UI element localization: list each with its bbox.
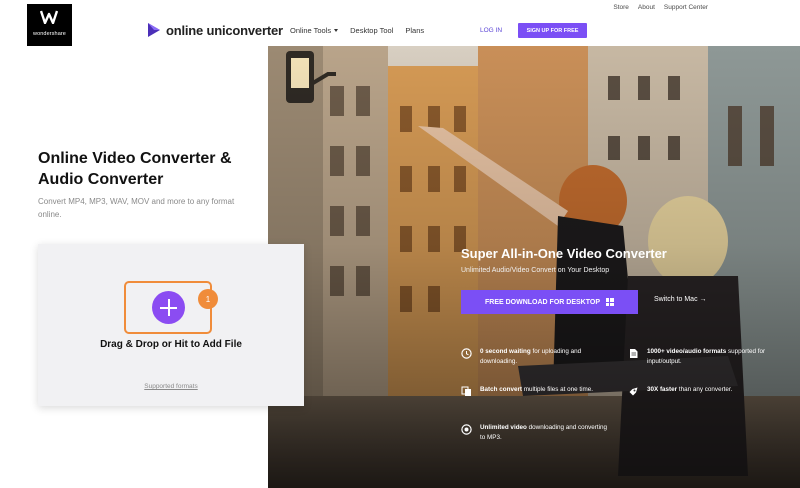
supported-formats-link[interactable]: Supported formats: [38, 383, 304, 390]
feature-bold: Batch convert: [480, 386, 522, 393]
chevron-down-icon: [334, 29, 339, 32]
utility-links: Store About Support Center: [613, 4, 708, 11]
page-title-line-1: Online Video Converter &: [38, 150, 232, 167]
copy-icon: [461, 386, 471, 396]
switch-to-mac-link[interactable]: Switch to Mac →: [654, 296, 707, 303]
feature-text: Unlimited video downloading and converti…: [480, 423, 611, 443]
page-subtitle: Convert MP4, MP3, WAV, MOV and more to a…: [38, 197, 235, 219]
feature-bold: 30X faster: [647, 386, 678, 393]
login-link[interactable]: LOG IN: [480, 27, 502, 34]
disc-icon: [461, 424, 472, 435]
brand[interactable]: online uniconverter: [147, 22, 283, 38]
feature-text: 1000+ video/audio formats supported for …: [647, 347, 778, 367]
promo-subtitle: Unlimited Audio/Video Convert on Your De…: [461, 267, 610, 274]
feature-text: 30X faster than any converter.: [647, 385, 732, 397]
rocket-icon: [629, 387, 638, 396]
feature-text: Batch convert multiple files at one time…: [480, 385, 593, 397]
feature-bold: 1000+ video/audio formats: [647, 348, 727, 355]
feature-item: 1000+ video/audio formats supported for …: [628, 347, 778, 367]
about-link[interactable]: About: [638, 4, 655, 11]
feature-bold: Unlimited video: [480, 424, 527, 431]
feature-rest: than any converter.: [677, 386, 733, 393]
feature-item: Batch convert multiple files at one time…: [461, 385, 611, 397]
feature-text: 0 second waiting for uploading and downl…: [480, 347, 611, 367]
brand-name: online uniconverter: [166, 22, 283, 38]
feature-item: Unlimited video downloading and converti…: [461, 423, 611, 443]
signup-button[interactable]: SIGN UP FOR FREE: [518, 23, 587, 38]
feature-item: 30X faster than any converter.: [628, 385, 778, 397]
main-nav: online uniconverter Online Tools Desktop…: [0, 16, 800, 46]
store-link[interactable]: Store: [613, 4, 629, 11]
nav-desktop-tool[interactable]: Desktop Tool: [350, 26, 393, 35]
free-download-button[interactable]: FREE DOWNLOAD FOR DESKTOP: [461, 290, 638, 314]
add-file-button[interactable]: [152, 291, 185, 324]
page-title-line-2: Audio Converter: [38, 171, 164, 188]
feature-item: 0 second waiting for uploading and downl…: [461, 347, 611, 367]
drop-instruction: Drag & Drop or Hit to Add File: [100, 339, 242, 350]
nav-online-tools[interactable]: Online Tools: [290, 26, 339, 35]
clock-icon: [461, 348, 472, 359]
page-title: Online Video Converter & Audio Converter: [38, 148, 268, 190]
support-center-link[interactable]: Support Center: [664, 4, 708, 11]
file-icon: [630, 349, 638, 358]
upload-card: 1 Drag & Drop or Hit to Add File Support…: [38, 244, 304, 406]
top-utility-bar: Store About Support Center: [0, 0, 800, 16]
nav-plans[interactable]: Plans: [405, 26, 424, 35]
nav-links: Online Tools Desktop Tool Plans: [290, 26, 424, 35]
free-download-label: FREE DOWNLOAD FOR DESKTOP: [485, 298, 600, 306]
feature-rest: multiple files at one time.: [522, 386, 594, 393]
step-badge: 1: [198, 289, 218, 309]
promo-title: Super All-in-One Video Converter: [461, 246, 667, 261]
feature-bold: 0 second waiting: [480, 348, 531, 355]
uniconverter-play-icon: [148, 23, 160, 37]
nav-online-tools-label: Online Tools: [290, 26, 332, 35]
windows-icon: [605, 298, 614, 306]
